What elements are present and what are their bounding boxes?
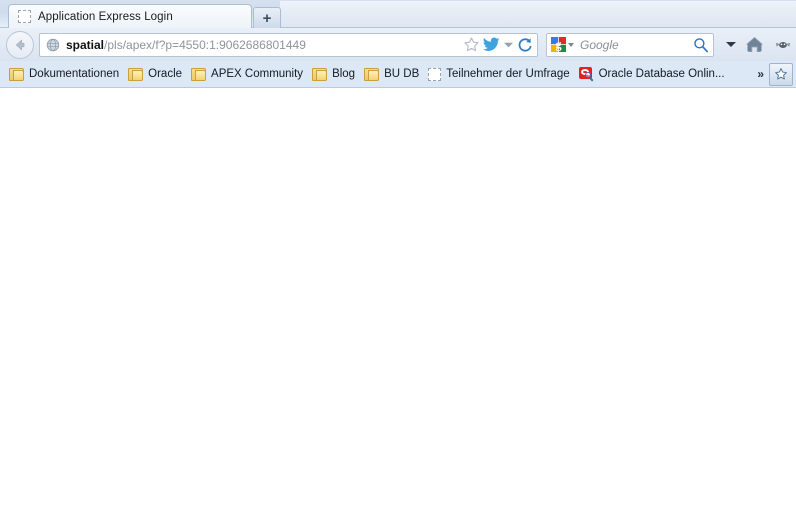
star-icon: [775, 68, 787, 80]
folder-icon: [364, 67, 380, 81]
bookmark-bu-db[interactable]: BU DB: [361, 64, 425, 85]
url-path: /pls/apex/f?p=4550:1:9062686801449: [104, 37, 306, 52]
toolbar-dropdown-icon[interactable]: [726, 42, 736, 47]
folder-icon: [312, 67, 328, 81]
star-icon[interactable]: [463, 36, 480, 53]
bookmark-teilnehmer-der-umfrage[interactable]: Teilnehmer der Umfrage: [425, 64, 575, 85]
tab-application-express-login[interactable]: Application Express Login: [8, 4, 252, 28]
home-icon: [746, 36, 763, 53]
toolbar-extra-icon[interactable]: [774, 37, 792, 53]
browser-window: Application Express Login + spatial/pls/…: [0, 0, 796, 521]
bookmark-oracle-database-online[interactable]: Oracle Database Onlin...: [576, 64, 731, 85]
back-arrow-icon: [15, 39, 25, 50]
bookmark-label: Dokumentationen: [29, 68, 120, 80]
back-button[interactable]: [6, 30, 34, 59]
navigation-toolbar: spatial/pls/apex/f?p=4550:1:906268680144…: [0, 28, 796, 61]
google-logo-icon[interactable]: g: [551, 37, 566, 52]
search-icon[interactable]: [693, 37, 709, 53]
tab-strip: Application Express Login +: [0, 0, 796, 28]
placeholder-favicon-icon: [428, 67, 442, 81]
globe-icon: [45, 37, 60, 52]
bookmark-blog[interactable]: Blog: [309, 64, 361, 85]
bookmark-label: Blog: [332, 68, 356, 80]
page-content: [0, 88, 796, 521]
folder-icon: [9, 67, 24, 81]
bookmark-label: Teilnehmer der Umfrage: [446, 68, 570, 80]
bookmark-label: BU DB: [384, 68, 420, 80]
grayscale-icon: [775, 41, 791, 48]
tab-title: Application Express Login: [38, 10, 173, 23]
bookmark-label: APEX Community: [211, 68, 304, 80]
reload-icon[interactable]: [517, 37, 533, 53]
bookmarks-overflow-button[interactable]: »: [755, 67, 769, 81]
placeholder-favicon-icon: [18, 10, 31, 23]
address-bar-text: spatial/pls/apex/f?p=4550:1:906268680144…: [66, 38, 459, 52]
oracle-search-icon: [578, 67, 594, 82]
svg-text:g: g: [555, 38, 561, 52]
bookmark-label: Oracle: [148, 68, 183, 80]
address-bar-actions: [459, 36, 533, 53]
tab-strip-empty-area: [280, 1, 796, 28]
bookmarks-bar: Dokumentationen Oracle APEX Community Bl…: [0, 61, 796, 88]
bookmarks-star-button[interactable]: [769, 62, 793, 86]
bookmark-oracle[interactable]: Oracle: [125, 64, 188, 85]
search-bar[interactable]: g Google: [546, 32, 714, 57]
address-bar[interactable]: spatial/pls/apex/f?p=4550:1:906268680144…: [39, 32, 538, 57]
bookmark-apex-community[interactable]: APEX Community: [188, 64, 309, 85]
search-input[interactable]: Google: [580, 38, 693, 52]
home-button[interactable]: [745, 36, 764, 53]
url-host: spatial: [66, 37, 105, 52]
chevron-down-icon[interactable]: [503, 40, 514, 49]
bookmark-dokumentationen[interactable]: Dokumentationen: [6, 64, 125, 85]
bookmark-label: Oracle Database Onlin...: [598, 68, 725, 80]
folder-icon: [128, 67, 144, 81]
folder-icon: [191, 67, 207, 81]
twitter-bird-icon[interactable]: [483, 37, 500, 52]
search-engine-dropdown-icon[interactable]: [568, 42, 574, 47]
new-tab-button[interactable]: +: [253, 7, 281, 28]
